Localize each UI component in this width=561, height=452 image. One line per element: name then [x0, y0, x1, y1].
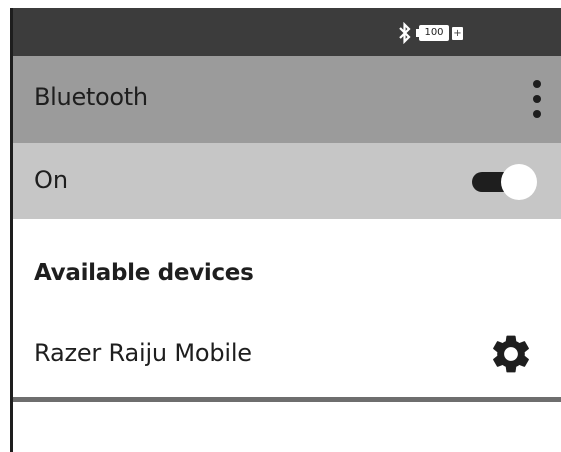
status-icons: 100 +	[397, 22, 463, 44]
gear-icon[interactable]	[488, 331, 534, 377]
battery-terminal	[416, 29, 419, 37]
app-bar: Bluetooth	[13, 56, 561, 143]
charging-plus-icon: +	[452, 26, 463, 40]
overflow-dot	[533, 95, 541, 103]
status-bar: 100 +	[13, 8, 561, 56]
page-title: Bluetooth	[34, 83, 148, 111]
battery-icon: 100	[416, 25, 449, 41]
device-name: Razer Raiju Mobile	[34, 339, 252, 367]
bluetooth-icon	[399, 22, 411, 44]
toggle-label: On	[34, 166, 69, 194]
switch-knob	[501, 164, 537, 200]
overflow-dot	[533, 80, 541, 88]
bluetooth-toggle-row[interactable]: On	[13, 143, 561, 219]
available-devices-header: Available devices	[34, 260, 254, 286]
divider	[13, 397, 561, 402]
overflow-dot	[533, 110, 541, 118]
more-vertical-icon[interactable]	[528, 78, 546, 120]
device-item[interactable]: Razer Raiju Mobile	[13, 308, 561, 396]
phone-screen: 100 + Bluetooth On Available devices Raz…	[10, 8, 561, 452]
bluetooth-switch[interactable]	[470, 164, 538, 200]
battery-level: 100	[424, 27, 444, 38]
